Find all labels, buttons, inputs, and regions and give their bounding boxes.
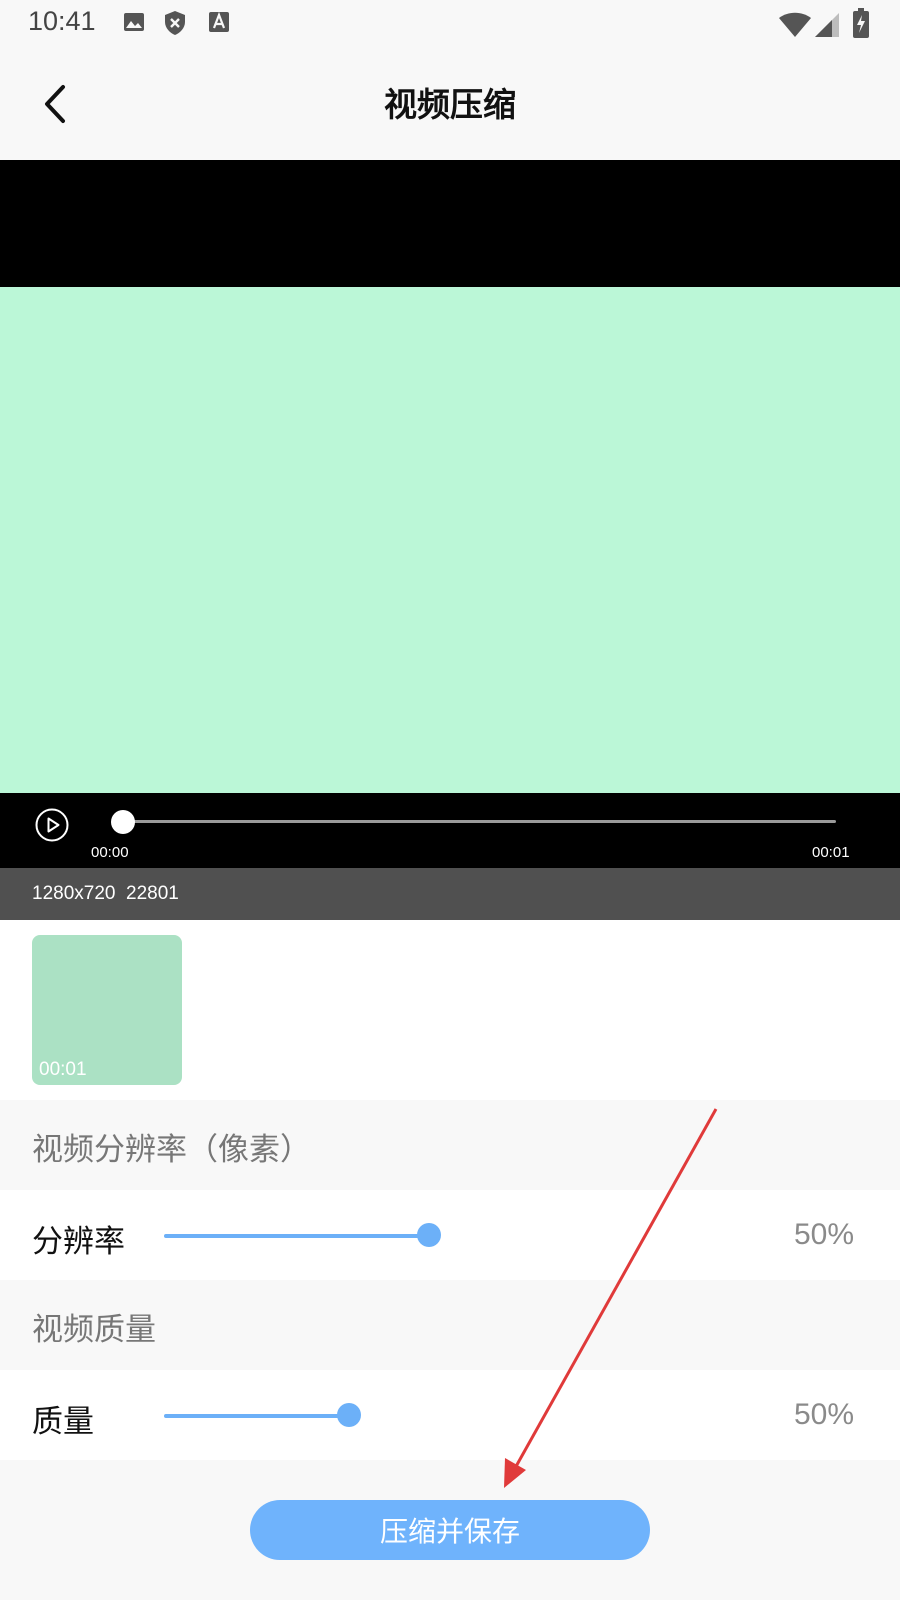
video-thumbnail[interactable]: 00:01	[32, 935, 182, 1085]
thumbnail-time: 00:01	[39, 1059, 87, 1080]
resolution-label: 分辨率	[32, 1224, 125, 1260]
seek-thumb[interactable]	[111, 810, 135, 834]
status-time: 10:41	[28, 6, 96, 36]
app-bar: 视频压缩	[0, 48, 900, 160]
quality-row: 质量 50%	[0, 1370, 900, 1460]
quality-slider-thumb[interactable]	[337, 1403, 361, 1427]
video-info-text: 1280x720 22801	[32, 883, 179, 904]
signal-icon	[815, 13, 839, 37]
text-a-icon	[209, 11, 229, 32]
image-icon	[124, 13, 144, 31]
resolution-header-text: 视频分辨率（像素）	[32, 1132, 311, 1168]
page-title: 视频压缩	[384, 85, 516, 124]
shield-x-icon	[165, 11, 185, 35]
quality-value: 50%	[793, 1398, 854, 1431]
resolution-slider-track[interactable]	[164, 1234, 429, 1238]
video-info-bar: 1280x720 22801	[0, 868, 900, 920]
current-time: 00:00	[91, 844, 129, 861]
play-button[interactable]	[34, 807, 70, 843]
quality-header-text: 视频质量	[32, 1312, 156, 1348]
seek-bar[interactable]	[122, 820, 836, 823]
resolution-section-header: 视频分辨率（像素）	[0, 1100, 900, 1190]
video-player[interactable]: 00:00 00:01	[0, 160, 900, 868]
play-circle-icon	[35, 808, 69, 842]
status-bar: 10:41	[0, 0, 900, 48]
compress-save-button[interactable]: 压缩并保存	[250, 1500, 650, 1560]
resolution-value: 50%	[793, 1218, 854, 1251]
duration-time: 00:01	[812, 844, 850, 861]
thumbnail-strip: 00:01	[0, 920, 900, 1100]
resolution-row: 分辨率 50%	[0, 1190, 900, 1280]
quality-slider-track[interactable]	[164, 1414, 349, 1418]
quality-section-header: 视频质量	[0, 1280, 900, 1370]
quality-label: 质量	[32, 1404, 94, 1440]
resolution-slider-thumb[interactable]	[417, 1223, 441, 1247]
wifi-icon	[779, 12, 811, 37]
battery-charging-icon	[853, 8, 869, 38]
video-frame[interactable]	[0, 287, 900, 793]
